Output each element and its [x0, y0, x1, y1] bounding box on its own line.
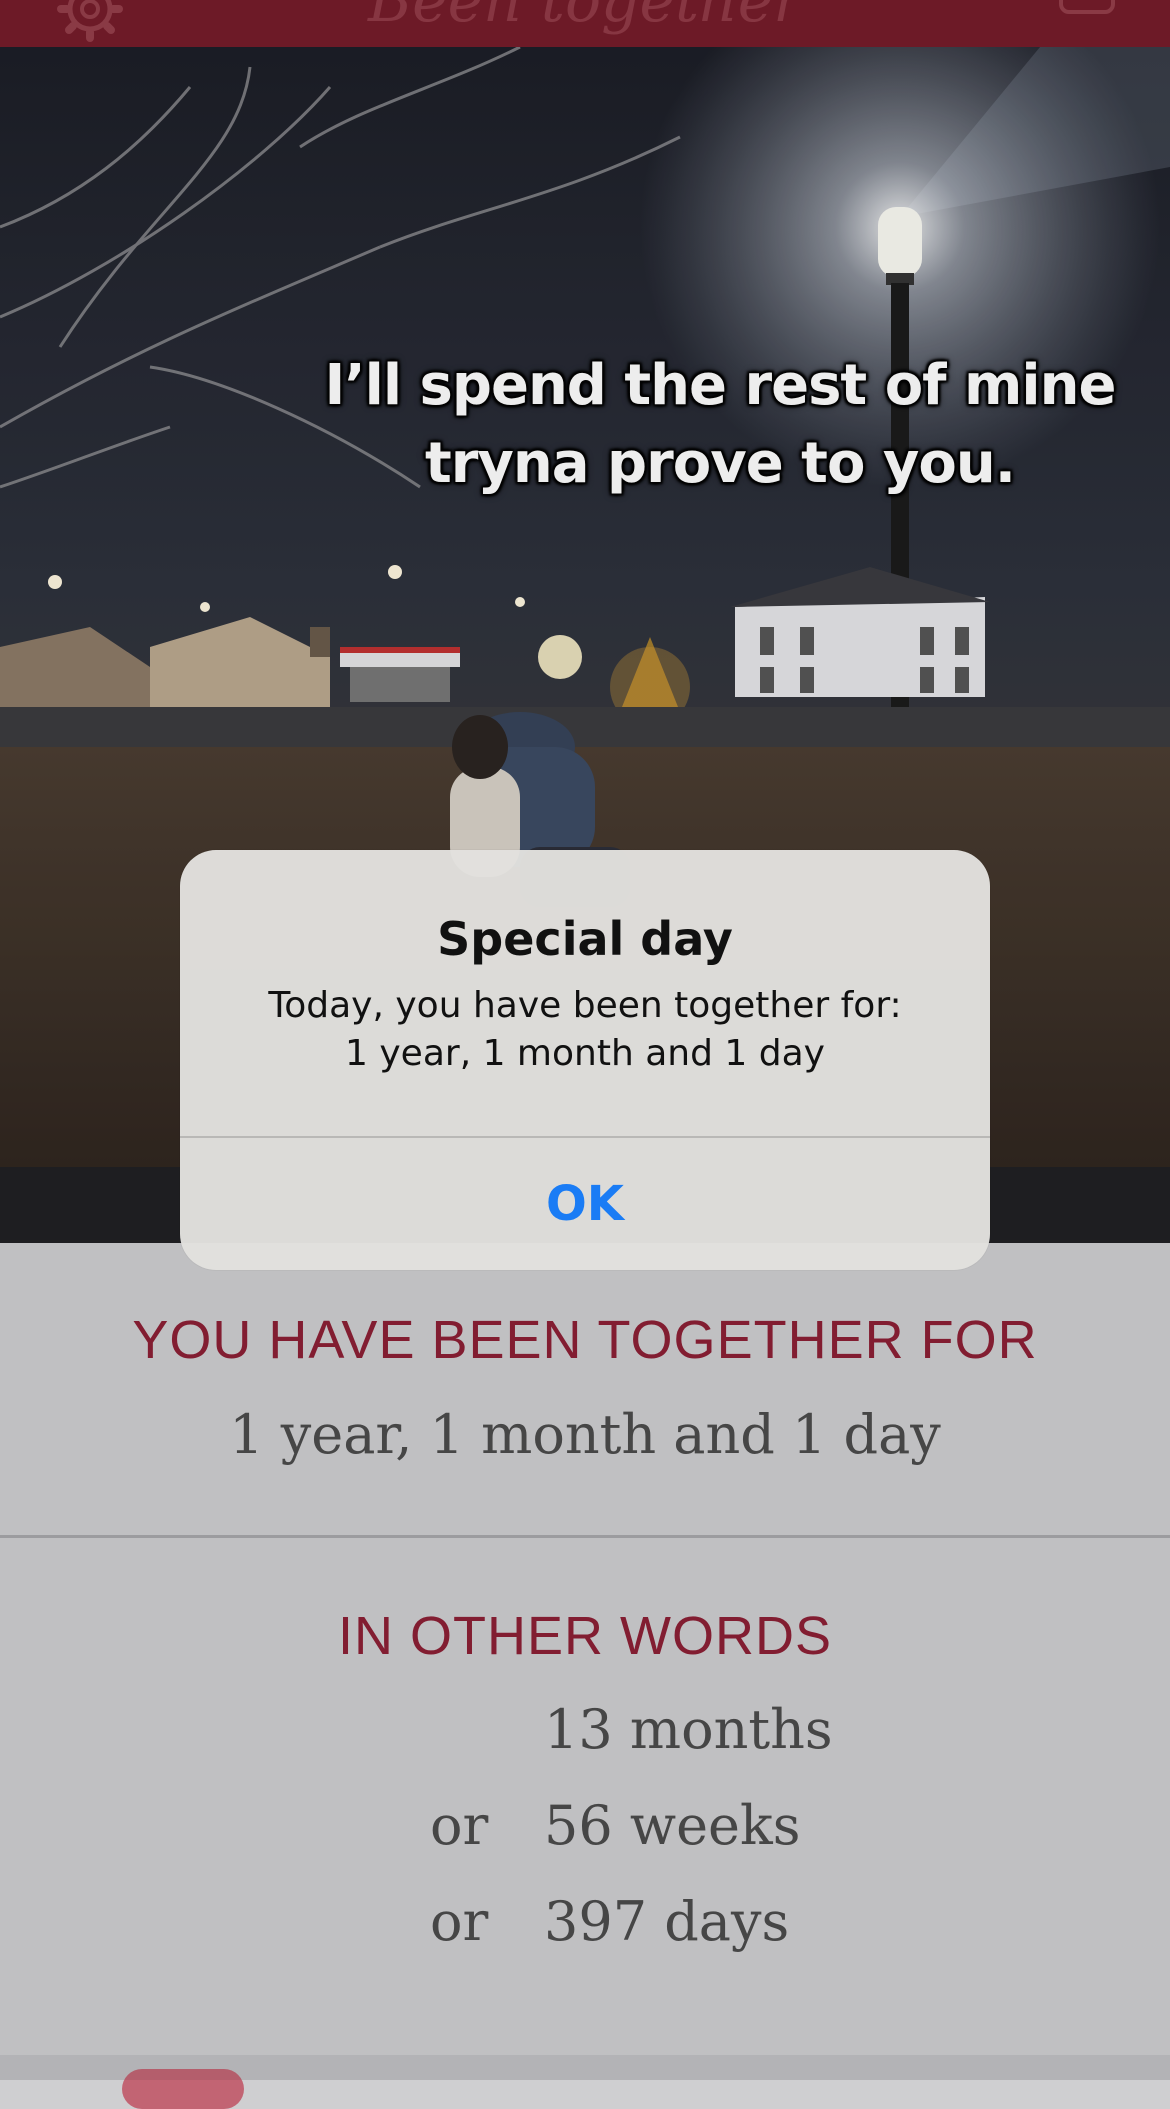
- alert-title: Special day: [437, 912, 733, 966]
- app-title: Been together: [368, 0, 802, 36]
- special-day-alert: Special day Today, you have been togethe…: [180, 850, 990, 1270]
- alert-message: Today, you have been together for: 1 yea…: [200, 982, 970, 1078]
- alert-message-line-1: Today, you have been together for:: [268, 985, 902, 1026]
- app-header: Been together: [0, 0, 1170, 47]
- alert-message-line-2: 1 year, 1 month and 1 day: [345, 1033, 825, 1074]
- ok-button[interactable]: OK: [180, 1138, 990, 1270]
- calendar-icon[interactable]: [1059, 0, 1115, 14]
